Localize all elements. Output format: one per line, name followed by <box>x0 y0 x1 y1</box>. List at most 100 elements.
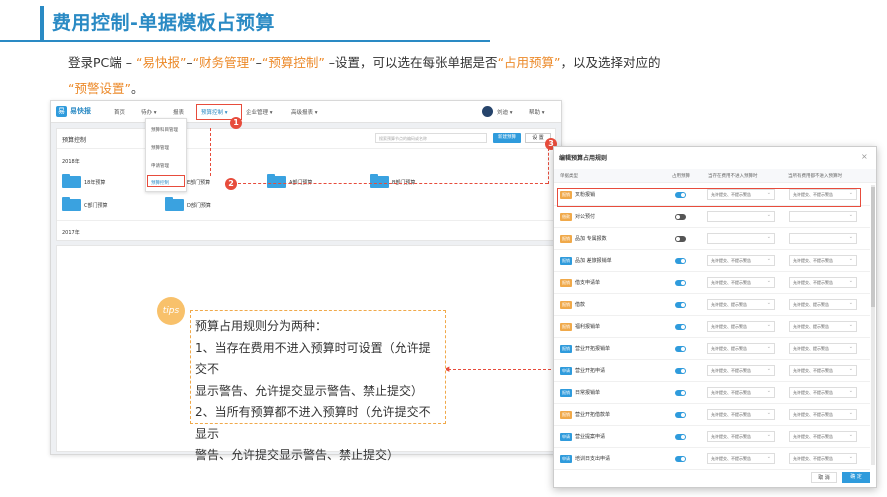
menu-item-apply-manage[interactable]: 申请管理 <box>151 163 169 169</box>
doc-type-tag: 报销 <box>560 345 572 353</box>
tips-line: 1、当存在费用不进入预算时可设置（允许提交不 <box>195 340 431 377</box>
divider <box>57 148 555 149</box>
rule-select-all[interactable]: 允许提交、不提示警告 <box>789 409 857 420</box>
close-icon[interactable]: × <box>861 152 868 161</box>
folder-icon[interactable] <box>267 174 286 188</box>
top-nav: 易 易快报 首页 待办 ▾ 报表 预算控制 ▾ 企业管理 ▾ 高级报表 ▾ 刘迪… <box>51 101 561 123</box>
year-2018-label: 2018年 <box>62 159 80 165</box>
rule-select-all[interactable]: 允许提交、提示警告 <box>789 321 857 332</box>
rule-select-all[interactable]: 允许提交、提示警告 <box>789 343 857 354</box>
table-row: 报销品加 差旅报销单 允许提交、不提示警告 允许提交、不提示警告 <box>554 250 870 272</box>
rule-select-some[interactable]: 允许提交、不提示警告 <box>707 453 775 464</box>
rule-select-some[interactable]: 允许提交、不提示警告 <box>707 255 775 266</box>
table-row: 报销借款 允许提交、提示警告 允许提交、提示警告 <box>554 294 870 316</box>
budget-rule-modal: 编辑预算占用规则 × 单据类型 占用预算 当存在费用不进入预算时 当所有费用都不… <box>553 146 877 488</box>
rule-select-all[interactable]: 允许提交、不提示警告 <box>789 277 857 288</box>
panel-title: 预算控制 <box>62 137 87 144</box>
rule-select-all[interactable]: 允许提交、不提示警告 <box>789 387 857 398</box>
tips-line: 警告、允许提交显示警告、禁止提交） <box>195 448 400 462</box>
tips-box: 预算占用规则分为两种： 1、当存在费用不进入预算时可设置（允许提交不 显示警告、… <box>190 310 446 462</box>
doc-name: 营业开拓借款单 <box>575 412 611 418</box>
rule-select-some[interactable]: 允许提交、不提示警告 <box>707 431 775 442</box>
folder-label[interactable]: D部门预算 <box>187 202 211 209</box>
rule-select-some[interactable] <box>707 233 775 244</box>
doc-type-tag: 报销 <box>560 257 572 265</box>
folder-label[interactable]: C部门预算 <box>84 202 108 209</box>
rule-select-some[interactable]: 允许提交、提示警告 <box>707 321 775 332</box>
title-accent-bar <box>40 6 44 40</box>
table-row: 借款 对公预付 <box>554 206 870 228</box>
doc-type-tag: 报销 <box>560 411 572 419</box>
tips-line: 预算占用规则分为两种： <box>195 319 328 333</box>
occupy-budget-toggle[interactable] <box>675 412 686 418</box>
rule-select-all[interactable] <box>789 233 857 244</box>
nav-todo[interactable]: 待办 ▾ <box>141 108 157 116</box>
occupy-budget-toggle[interactable] <box>675 236 686 242</box>
rule-select-all[interactable]: 允许提交、不提示警告 <box>789 431 857 442</box>
rule-select-all[interactable]: 允许提交、不提示警告 <box>789 255 857 266</box>
col-some-not: 当存在费用不进入预算时 <box>708 174 758 179</box>
doc-name: 借支申请单 <box>575 280 601 286</box>
doc-name: 培训日支出申请 <box>575 456 611 462</box>
folder-icon[interactable] <box>62 174 81 188</box>
rule-select-some[interactable]: 允许提交、不提示警告 <box>707 365 775 376</box>
rule-select-some[interactable]: 允许提交、不提示警告 <box>707 277 775 288</box>
occupy-budget-toggle[interactable] <box>675 280 686 286</box>
doc-name: 福利报销单 <box>575 324 601 330</box>
occupy-budget-toggle[interactable] <box>675 434 686 440</box>
menu-item-budget-subject[interactable]: 预算科目管理 <box>151 127 178 133</box>
occupy-budget-toggle[interactable] <box>675 390 686 396</box>
user-menu[interactable]: 刘迪 ▾ <box>497 108 513 116</box>
doc-name: 日常报销单 <box>575 390 601 396</box>
occupy-budget-toggle[interactable] <box>675 346 686 352</box>
doc-name: 借款 <box>575 302 586 308</box>
rule-select-all[interactable]: 允许提交、提示警告 <box>789 299 857 310</box>
divider <box>57 220 555 221</box>
cancel-button[interactable]: 取 消 <box>811 472 837 483</box>
doc-type-tag: 申请 <box>560 455 572 463</box>
folder-icon[interactable] <box>62 197 81 211</box>
row-highlight <box>557 188 861 207</box>
folder-icon[interactable] <box>165 197 184 211</box>
nav-report[interactable]: 报表 <box>173 108 184 116</box>
search-input[interactable]: 搜索预算节点的编码或名称 <box>375 133 487 143</box>
folder-label[interactable]: 18年预算 <box>84 179 105 186</box>
ok-button[interactable]: 确 定 <box>842 472 870 483</box>
doc-name: 营业开拓报销单 <box>575 346 611 352</box>
nav-advanced-report[interactable]: 高级报表 ▾ <box>291 108 318 116</box>
occupy-budget-toggle[interactable] <box>675 258 686 264</box>
callout-2: 2 <box>225 178 237 190</box>
occupy-budget-toggle[interactable] <box>675 324 686 330</box>
new-budget-button[interactable]: 新建预算 <box>493 133 521 143</box>
occupy-budget-toggle[interactable] <box>675 302 686 308</box>
rule-select-all[interactable]: 允许提交、不提示警告 <box>789 453 857 464</box>
rule-select-all[interactable] <box>789 211 857 222</box>
folder-label[interactable]: E部门预算 <box>187 179 210 186</box>
connector-line <box>238 183 548 184</box>
doc-type-tag: 报销 <box>560 323 572 331</box>
table-row: 报销借支申请单 允许提交、不提示警告 允许提交、不提示警告 <box>554 272 870 294</box>
table-row: 报销营业开拓借款单 允许提交、不提示警告 允许提交、不提示警告 <box>554 404 870 426</box>
menu-item-budget-manage[interactable]: 预算管理 <box>151 145 169 151</box>
rule-select-all[interactable]: 允许提交、不提示警告 <box>789 365 857 376</box>
help-menu[interactable]: 帮助 ▾ <box>529 108 545 116</box>
rule-select-some[interactable] <box>707 211 775 222</box>
nav-enterprise[interactable]: 企业管理 ▾ <box>246 108 273 116</box>
avatar[interactable] <box>482 106 493 117</box>
occupy-budget-toggle[interactable] <box>675 214 686 220</box>
occupy-budget-toggle[interactable] <box>675 368 686 374</box>
occupy-budget-toggle[interactable] <box>675 456 686 462</box>
rule-select-some[interactable]: 允许提交、不提示警告 <box>707 409 775 420</box>
rule-select-some[interactable]: 允许提交、不提示警告 <box>707 387 775 398</box>
folder-icon[interactable] <box>370 174 389 188</box>
scrollbar-thumb[interactable] <box>871 187 875 307</box>
rule-select-some[interactable]: 允许提交、提示警告 <box>707 343 775 354</box>
doc-type-tag: 报销 <box>560 301 572 309</box>
col-doc-type: 单据类型 <box>560 174 578 179</box>
table-header: 单据类型 占用预算 当存在费用不进入预算时 当所有费用都不进入预算时 <box>554 169 876 183</box>
slide-title: 费用控制-单据模板占预算 <box>52 12 275 34</box>
callout-1: 1 <box>230 117 242 129</box>
rule-select-some[interactable]: 允许提交、提示警告 <box>707 299 775 310</box>
nav-home[interactable]: 首页 <box>114 108 125 116</box>
doc-name: 品加 专属报数 <box>575 236 607 242</box>
